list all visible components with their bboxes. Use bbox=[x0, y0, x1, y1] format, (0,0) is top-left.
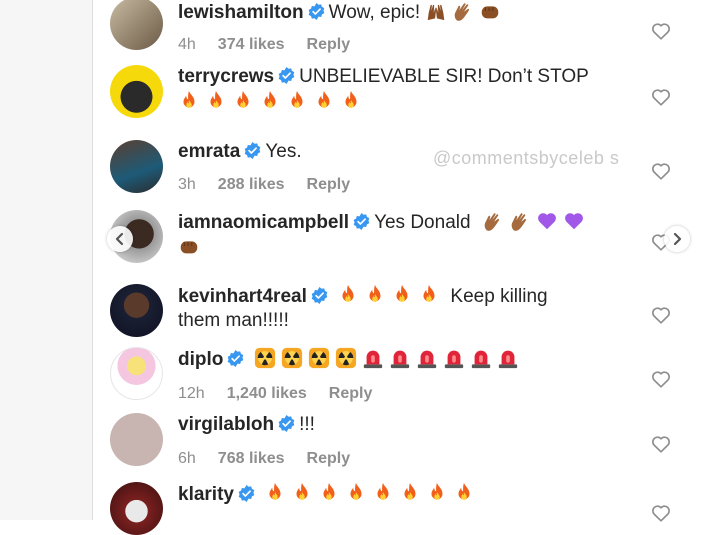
reply-button[interactable]: Reply bbox=[307, 36, 351, 53]
reply-button[interactable]: Reply bbox=[329, 385, 373, 402]
fire-icon bbox=[318, 482, 340, 504]
timestamp: 4h bbox=[178, 36, 196, 53]
chevron-left-icon bbox=[115, 232, 124, 246]
fist-bump-icon bbox=[479, 0, 501, 22]
username[interactable]: diplo bbox=[178, 349, 223, 370]
verified-badge-icon bbox=[238, 485, 255, 502]
fire-icon bbox=[418, 284, 440, 306]
comment-text: Wow, epic! bbox=[328, 2, 421, 23]
fire-emoji-row bbox=[178, 90, 367, 115]
clapping-hands-icon bbox=[452, 0, 474, 22]
timestamp: 6h bbox=[178, 450, 196, 467]
comment-text: Yes. bbox=[265, 141, 302, 162]
verified-badge-icon bbox=[353, 213, 370, 230]
reply-button[interactable]: Reply bbox=[307, 450, 351, 467]
avatar[interactable] bbox=[110, 347, 163, 400]
verified-badge-icon bbox=[244, 142, 261, 159]
fire-icon bbox=[313, 90, 335, 112]
chevron-right-icon bbox=[673, 232, 682, 246]
timestamp: 12h bbox=[178, 385, 205, 402]
siren-icon bbox=[470, 347, 492, 369]
comment-text: !!! bbox=[299, 414, 315, 435]
like-heart-icon[interactable] bbox=[650, 160, 672, 182]
like-heart-icon[interactable] bbox=[650, 433, 672, 455]
verified-badge-icon bbox=[227, 350, 244, 367]
username[interactable]: iamnaomicampbell bbox=[178, 212, 349, 233]
carousel-prev-button[interactable] bbox=[107, 226, 133, 252]
like-heart-icon[interactable] bbox=[650, 368, 672, 390]
siren-icon bbox=[443, 347, 465, 369]
reply-button[interactable]: Reply bbox=[307, 176, 351, 193]
like-count[interactable]: 374 likes bbox=[218, 36, 285, 53]
username[interactable]: emrata bbox=[178, 141, 240, 162]
carousel-next-button[interactable] bbox=[664, 226, 690, 252]
like-heart-icon[interactable] bbox=[650, 86, 672, 108]
siren-icon bbox=[416, 347, 438, 369]
like-count[interactable]: 288 likes bbox=[218, 176, 285, 193]
fire-icon bbox=[391, 284, 413, 306]
fire-icon bbox=[399, 482, 421, 504]
avatar[interactable] bbox=[110, 140, 163, 193]
clapping-hands-icon bbox=[509, 210, 531, 232]
username[interactable]: klarity bbox=[178, 484, 234, 505]
fire-icon bbox=[264, 482, 286, 504]
comment-text: UNBELIEVABLE SIR! Don’t STOP bbox=[299, 66, 589, 87]
comment-text: Keep killing bbox=[450, 286, 548, 307]
siren-icon bbox=[362, 347, 384, 369]
fire-icon bbox=[364, 284, 386, 306]
fire-icon bbox=[337, 284, 359, 306]
comment-text-continued: them man!!!!! bbox=[178, 310, 289, 331]
fire-icon bbox=[291, 482, 313, 504]
fist-bump-icon bbox=[178, 235, 200, 257]
fire-icon bbox=[259, 90, 281, 112]
avatar[interactable] bbox=[110, 65, 163, 118]
fire-icon bbox=[372, 482, 394, 504]
siren-icon bbox=[389, 347, 411, 369]
like-count[interactable]: 768 likes bbox=[218, 450, 285, 467]
verified-badge-icon bbox=[308, 3, 325, 20]
verified-badge-icon bbox=[311, 287, 328, 304]
raised-hands-icon bbox=[425, 0, 447, 22]
clapping-hands-icon bbox=[482, 210, 504, 232]
avatar[interactable] bbox=[110, 0, 163, 50]
siren-icon bbox=[497, 347, 519, 369]
timestamp: 3h bbox=[178, 176, 196, 193]
comment-text: Yes Donald bbox=[374, 212, 471, 233]
fire-icon bbox=[453, 482, 475, 504]
fire-icon bbox=[340, 90, 362, 112]
avatar[interactable] bbox=[110, 482, 163, 535]
fire-icon bbox=[345, 482, 367, 504]
purple-heart-icon bbox=[563, 210, 585, 232]
radioactive-icon bbox=[281, 347, 303, 369]
watermark: @commentsbyceleb s bbox=[433, 148, 620, 168]
fire-icon bbox=[426, 482, 448, 504]
radioactive-icon bbox=[254, 347, 276, 369]
username[interactable]: terrycrews bbox=[178, 66, 274, 87]
fire-icon bbox=[232, 90, 254, 112]
like-heart-icon[interactable] bbox=[650, 304, 672, 326]
radioactive-icon bbox=[335, 347, 357, 369]
avatar[interactable] bbox=[110, 284, 163, 337]
username[interactable]: kevinhart4real bbox=[178, 286, 307, 307]
like-count[interactable]: 1,240 likes bbox=[227, 385, 307, 402]
username[interactable]: virgilabloh bbox=[178, 414, 274, 435]
fire-icon bbox=[178, 90, 200, 112]
left-panel bbox=[0, 0, 93, 520]
avatar[interactable] bbox=[110, 413, 163, 466]
fire-icon bbox=[286, 90, 308, 112]
username[interactable]: lewishamilton bbox=[178, 2, 304, 23]
like-heart-icon[interactable] bbox=[650, 502, 672, 524]
verified-badge-icon bbox=[278, 415, 295, 432]
radioactive-icon bbox=[308, 347, 330, 369]
verified-badge-icon bbox=[278, 67, 295, 84]
purple-heart-icon bbox=[536, 210, 558, 232]
fire-icon bbox=[205, 90, 227, 112]
like-heart-icon[interactable] bbox=[650, 20, 672, 42]
